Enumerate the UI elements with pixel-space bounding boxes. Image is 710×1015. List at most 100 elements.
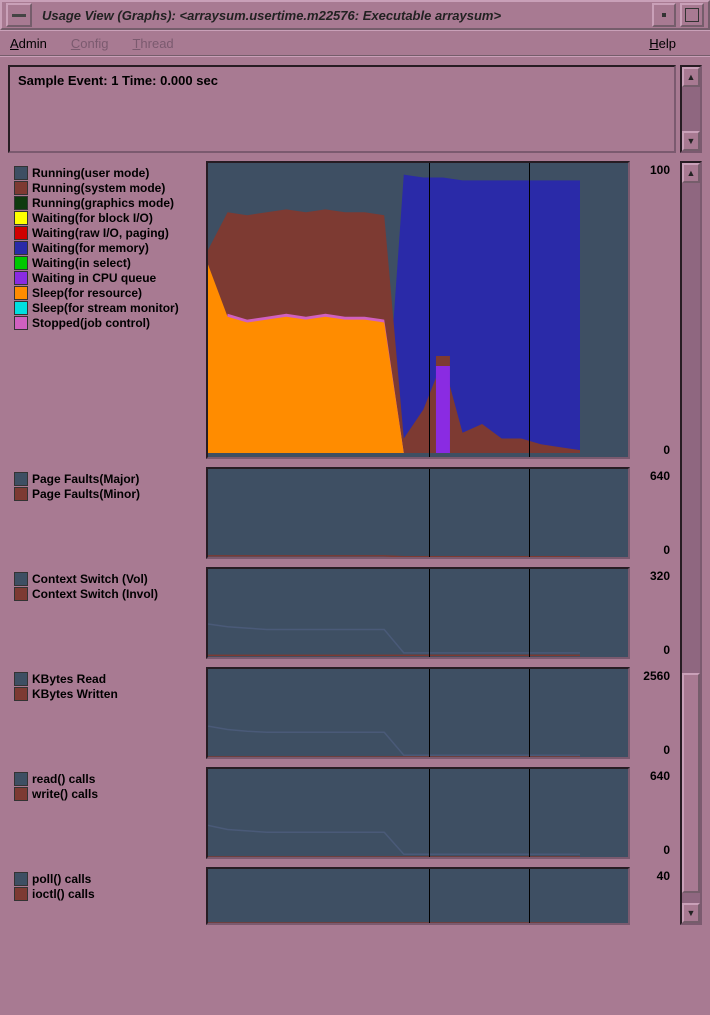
y-max: 2560	[632, 669, 670, 683]
y-max: 640	[632, 769, 670, 783]
legend-label: KBytes Written	[32, 687, 118, 701]
scroll-up-icon[interactable]: ▲	[682, 67, 700, 87]
legend-swatch	[14, 211, 28, 225]
window-title: Usage View (Graphs): <arraysum.usertime.…	[36, 8, 652, 23]
rwcalls-chart[interactable]	[206, 767, 630, 859]
event-marker	[429, 469, 430, 557]
legend-label: Sleep(for resource)	[32, 286, 142, 300]
menu-config[interactable]: Config	[71, 36, 109, 51]
legend-label: Waiting(in select)	[32, 256, 131, 270]
y-min: 0	[632, 843, 670, 857]
pagefaults-chart-row: Page Faults(Major)Page Faults(Minor)6400	[8, 467, 674, 559]
legend-swatch	[14, 226, 28, 240]
event-marker	[529, 163, 530, 457]
legend-label: Context Switch (Invol)	[32, 587, 158, 601]
y-max: 640	[632, 469, 670, 483]
legend-item: write() calls	[14, 787, 200, 801]
legend-item: Waiting(for memory)	[14, 241, 200, 255]
legend-label: Page Faults(Major)	[32, 472, 139, 486]
legend-swatch	[14, 286, 28, 300]
scroll-thumb[interactable]	[682, 673, 700, 893]
sample-event-panel: Sample Event: 1 Time: 0.000 sec ▲ ▼	[8, 65, 702, 153]
graphs-panel: Running(user mode)Running(system mode)Ru…	[8, 161, 702, 925]
y-max: 100	[632, 163, 670, 177]
legend-label: poll() calls	[32, 872, 91, 886]
legend-swatch	[14, 316, 28, 330]
legend-swatch	[14, 587, 28, 601]
pagefaults-chart[interactable]	[206, 467, 630, 559]
event-scrollbar[interactable]: ▲ ▼	[680, 65, 702, 153]
pollioctl-chart[interactable]	[206, 867, 630, 925]
ctxswitch-legend: Context Switch (Vol)Context Switch (Invo…	[8, 567, 206, 659]
legend-label: Running(graphics mode)	[32, 196, 174, 210]
legend-label: Page Faults(Minor)	[32, 487, 140, 501]
y-axis: 2560 0	[630, 667, 674, 759]
legend-item: Sleep(for stream monitor)	[14, 301, 200, 315]
scroll-down-icon[interactable]: ▼	[682, 903, 700, 923]
legend-label: Waiting(raw I/O, paging)	[32, 226, 169, 240]
y-max: 320	[632, 569, 670, 583]
pagefaults-legend: Page Faults(Major)Page Faults(Minor)	[8, 467, 206, 559]
state-chart[interactable]	[206, 161, 630, 459]
legend-label: Waiting(for memory)	[32, 241, 149, 255]
legend-item: Running(user mode)	[14, 166, 200, 180]
menu-admin[interactable]: Admin	[10, 36, 47, 51]
kbytes-chart[interactable]	[206, 667, 630, 759]
legend-swatch	[14, 772, 28, 786]
legend-item: Stopped(job control)	[14, 316, 200, 330]
legend-swatch	[14, 256, 28, 270]
legend-item: Sleep(for resource)	[14, 286, 200, 300]
event-marker	[529, 569, 530, 657]
state-legend: Running(user mode)Running(system mode)Ru…	[8, 161, 206, 459]
legend-label: ioctl() calls	[32, 887, 95, 901]
legend-item: Context Switch (Vol)	[14, 572, 200, 586]
legend-item: Context Switch (Invol)	[14, 587, 200, 601]
system-menu-button[interactable]	[6, 3, 32, 27]
legend-swatch	[14, 181, 28, 195]
y-axis: 640 0	[630, 767, 674, 859]
titlebar[interactable]: Usage View (Graphs): <arraysum.usertime.…	[0, 0, 710, 30]
event-marker	[429, 569, 430, 657]
legend-label: Waiting(for block I/O)	[32, 211, 153, 225]
legend-item: Waiting(raw I/O, paging)	[14, 226, 200, 240]
app-window: Usage View (Graphs): <arraysum.usertime.…	[0, 0, 710, 933]
kbytes-legend: KBytes ReadKBytes Written	[8, 667, 206, 759]
legend-label: Stopped(job control)	[32, 316, 150, 330]
kbytes-chart-row: KBytes ReadKBytes Written 2560 0	[8, 667, 674, 759]
graphs-scrollbar[interactable]: ▲ ▼	[680, 161, 702, 925]
legend-swatch	[14, 166, 28, 180]
legend-item: ioctl() calls	[14, 887, 200, 901]
legend-label: Running(user mode)	[32, 166, 149, 180]
menu-thread[interactable]: Thread	[132, 36, 173, 51]
rwcalls-legend: read() callswrite() calls	[8, 767, 206, 859]
sample-event-text: Sample Event: 1 Time: 0.000 sec	[8, 65, 676, 153]
legend-swatch	[14, 301, 28, 315]
legend-label: Waiting in CPU queue	[32, 271, 156, 285]
event-marker	[429, 163, 430, 457]
legend-swatch	[14, 472, 28, 486]
scroll-down-icon[interactable]: ▼	[682, 131, 700, 151]
legend-item: poll() calls	[14, 872, 200, 886]
pollioctl-chart-row: poll() callsioctl() calls40	[8, 867, 674, 925]
legend-label: KBytes Read	[32, 672, 106, 686]
legend-swatch	[14, 271, 28, 285]
scroll-up-icon[interactable]: ▲	[682, 163, 700, 183]
state-chart-row: Running(user mode)Running(system mode)Ru…	[8, 161, 674, 459]
maximize-button[interactable]	[680, 3, 704, 27]
ctxswitch-chart[interactable]	[206, 567, 630, 659]
menu-help[interactable]: Help	[649, 36, 676, 51]
legend-swatch	[14, 687, 28, 701]
legend-swatch	[14, 241, 28, 255]
legend-label: Running(system mode)	[32, 181, 165, 195]
minimize-button[interactable]	[652, 3, 676, 27]
event-marker	[529, 669, 530, 757]
event-marker	[529, 869, 530, 923]
y-min: 0	[632, 743, 670, 757]
event-marker	[429, 669, 430, 757]
legend-item: KBytes Read	[14, 672, 200, 686]
legend-swatch	[14, 196, 28, 210]
y-min: 0	[632, 443, 670, 457]
y-axis: 3200	[630, 567, 674, 659]
pollioctl-legend: poll() callsioctl() calls	[8, 867, 206, 925]
event-marker	[429, 869, 430, 923]
